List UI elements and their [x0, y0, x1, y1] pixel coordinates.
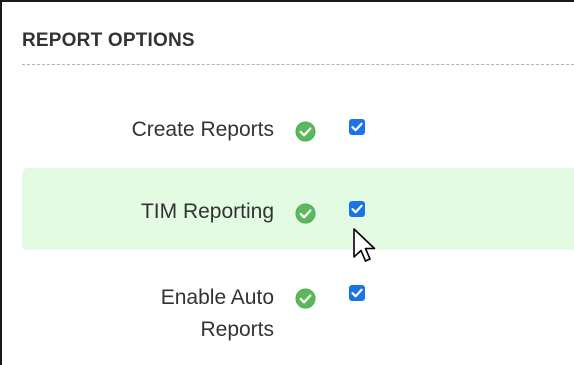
check-circle-icon	[295, 203, 316, 224]
option-label-line-1: Enable Auto	[160, 286, 274, 309]
enable-auto-reports-checkbox[interactable]	[349, 285, 365, 301]
option-label-enable-auto-reports: Enable Auto Reports	[74, 282, 274, 346]
section-title: REPORT OPTIONS	[22, 30, 195, 51]
option-label-tim-reporting: TIM Reporting	[140, 200, 274, 223]
check-circle-icon	[295, 121, 316, 142]
mouse-pointer-icon	[353, 228, 376, 262]
option-row-tim-reporting: TIM Reporting	[22, 168, 574, 250]
check-circle-icon	[295, 288, 316, 309]
option-label-line-2: Reports	[200, 318, 274, 341]
option-label-create-reports: Create Reports	[131, 118, 274, 141]
report-options-panel: REPORT OPTIONS Create Reports TIM Report…	[0, 0, 574, 365]
create-reports-checkbox[interactable]	[349, 119, 365, 135]
tim-reporting-checkbox[interactable]	[349, 201, 365, 217]
section-divider	[22, 64, 574, 65]
option-row-create-reports: Create Reports	[22, 112, 574, 148]
option-row-enable-auto-reports: Enable Auto Reports	[22, 282, 574, 352]
